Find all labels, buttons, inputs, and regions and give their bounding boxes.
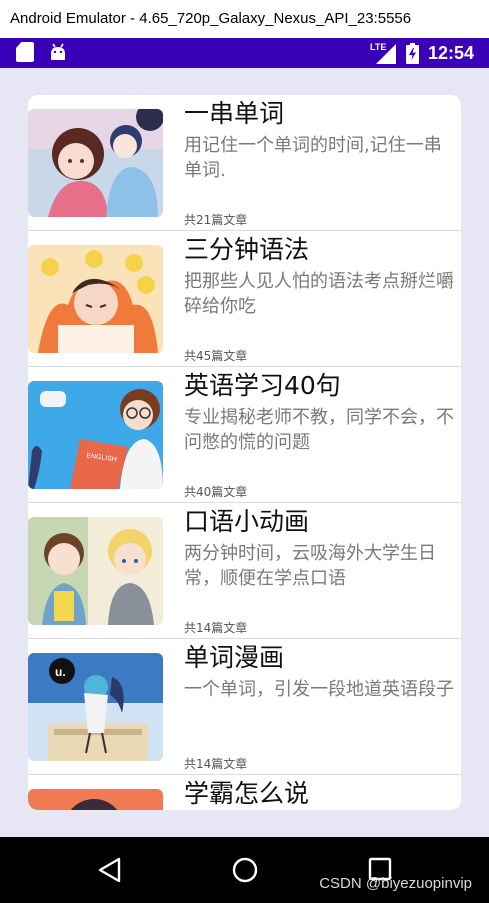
- course-item[interactable]: 口语小动画 两分钟时间，云吸海外大学生日常，顺便在学点口语 共14篇文章: [28, 503, 461, 639]
- course-item[interactable]: 一串单词 用记住一个单词的时间,记住一串单词. 共21篇文章: [28, 95, 461, 231]
- lte-signal-icon: LTE: [370, 42, 396, 64]
- network-label: LTE: [370, 42, 386, 52]
- course-article-count: 共40篇文章: [184, 485, 248, 499]
- course-description: 用记住一个单词的时间,记住一串单词.: [184, 135, 442, 181]
- course-description: 专业揭秘老师不教，同学不会，不问憋的慌的问题: [184, 407, 454, 453]
- course-thumbnail: ENGLISH: [28, 381, 163, 489]
- course-list[interactable]: 一串单词 用记住一个单词的时间,记住一串单词. 共21篇文章 三分钟语法 把那些…: [28, 95, 461, 810]
- navigation-bar: [0, 837, 489, 903]
- course-thumbnail: u.: [28, 653, 163, 761]
- course-title: 英语学习40句: [184, 371, 341, 400]
- course-title: 学霸怎么说: [184, 779, 310, 808]
- back-icon[interactable]: [97, 856, 123, 884]
- course-thumbnail: [28, 109, 163, 217]
- course-title: 三分钟语法: [184, 235, 310, 264]
- badge-letter: u.: [55, 665, 66, 679]
- course-description: 把那些人见人怕的语法考点掰烂嚼碎给你吃: [184, 271, 454, 317]
- course-thumbnail: [28, 789, 163, 810]
- course-title: 口语小动画: [184, 507, 310, 536]
- course-title: 一串单词: [184, 99, 285, 128]
- course-description: 两分钟时间，云吸海外大学生日常，顺便在学点口语: [184, 543, 436, 589]
- emulator-window-title: Android Emulator - 4.65_720p_Galaxy_Nexu…: [0, 0, 489, 38]
- battery-charging-icon: [406, 43, 419, 64]
- course-item[interactable]: 三分钟语法 把那些人见人怕的语法考点掰烂嚼碎给你吃 共45篇文章: [28, 231, 461, 367]
- course-item[interactable]: u. 单词漫画 一个单词，引发一段地道英语段子 共14篇文章: [28, 639, 461, 775]
- course-thumbnail: [28, 245, 163, 353]
- course-title: 单词漫画: [184, 643, 285, 672]
- home-icon[interactable]: [231, 856, 259, 884]
- status-bar: LTE 12:54: [0, 38, 489, 68]
- course-article-count: 共21篇文章: [184, 213, 248, 227]
- course-item[interactable]: 学霸怎么说: [28, 775, 461, 810]
- course-item[interactable]: ENGLISH 英语学习40句 专业揭秘老师不教，同学不会，不问憋的慌的问题 共…: [28, 367, 461, 503]
- clock: 12:54: [428, 43, 475, 63]
- course-article-count: 共14篇文章: [184, 621, 248, 635]
- watermark: CSDN @biyezuopinvip: [319, 875, 472, 892]
- course-thumbnail: [28, 517, 163, 625]
- android-debug-icon: [51, 43, 65, 60]
- course-article-count: 共45篇文章: [184, 349, 248, 363]
- sd-card-icon: [16, 42, 34, 62]
- course-article-count: 共14篇文章: [184, 757, 248, 771]
- course-description: 一个单词，引发一段地道英语段子: [184, 679, 454, 700]
